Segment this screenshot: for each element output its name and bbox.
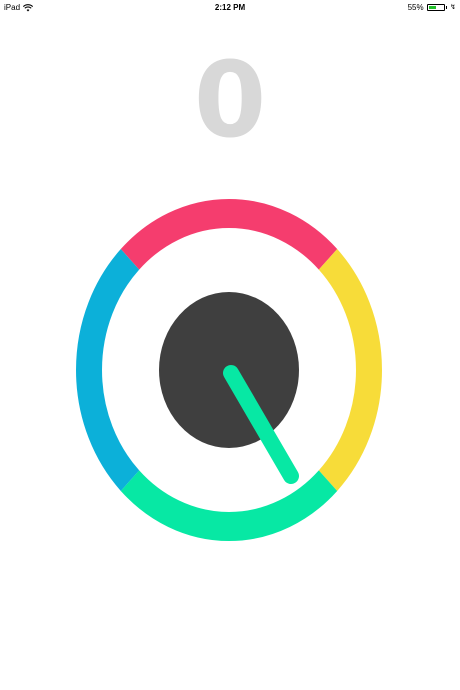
ring-segment-top [120, 199, 338, 270]
ring-segment-bottom [120, 470, 338, 541]
ring-segment-left [76, 249, 140, 491]
game-board[interactable] [0, 0, 460, 690]
ring-segment-right [318, 249, 382, 491]
game-screen[interactable]: iPad 2:12 PM 55% ↯ 0 [0, 0, 460, 690]
